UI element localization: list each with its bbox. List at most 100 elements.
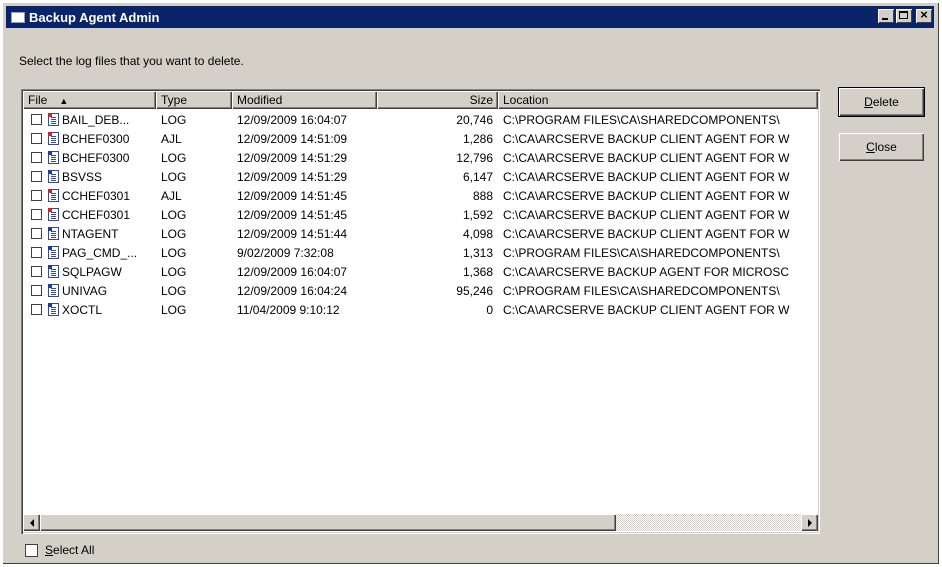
select-all-box[interactable] <box>25 543 38 557</box>
file-name: PAG_CMD_... <box>62 245 138 260</box>
type-cell: LOG <box>161 150 187 165</box>
type-cell: AJL <box>161 188 182 203</box>
delete-mnemonic: D <box>864 95 873 109</box>
table-row[interactable]: NTAGENT LOG 12/09/2009 14:51:44 4,098 C:… <box>23 224 818 243</box>
table-row[interactable]: BCHEF0300 AJL 12/09/2009 14:51:09 1,286 … <box>23 129 818 148</box>
log-file-icon <box>48 284 59 297</box>
log-file-icon <box>48 113 59 126</box>
select-all-checkbox[interactable]: Select All <box>25 543 94 557</box>
type-cell: LOG <box>161 302 187 317</box>
table-row[interactable]: UNIVAG LOG 12/09/2009 16:04:24 95,246 C:… <box>23 281 818 300</box>
column-header-location[interactable]: Location <box>498 91 818 109</box>
log-file-icon <box>48 170 59 183</box>
window-controls: × <box>878 7 932 23</box>
modified-cell: 12/09/2009 16:04:07 <box>237 264 348 279</box>
log-file-icon <box>48 265 59 278</box>
delete-button[interactable]: Delete <box>839 88 924 116</box>
close-icon: × <box>920 7 928 22</box>
file-cell: BCHEF0300 <box>23 132 156 146</box>
maximize-button[interactable] <box>896 9 912 23</box>
size-cell: 1,368 <box>462 264 493 279</box>
size-cell: 12,796 <box>456 150 493 165</box>
location-cell: C:\CA\ARCSERVE BACKUP AGENT FOR MICROSC <box>503 264 790 279</box>
column-header-label: Size <box>469 93 493 107</box>
column-header-modified[interactable]: Modified <box>232 91 377 109</box>
file-cell: PAG_CMD_... <box>23 246 156 260</box>
size-cell: 20,746 <box>456 112 493 127</box>
column-header-type[interactable]: Type <box>156 91 232 109</box>
file-name: UNIVAG <box>62 283 108 298</box>
type-cell: LOG <box>161 112 187 127</box>
location-cell: C:\PROGRAM FILES\CA\SHAREDCOMPONENTS\ <box>503 112 780 127</box>
file-name: BAIL_DEB... <box>62 112 130 127</box>
location-cell: C:\CA\ARCSERVE BACKUP CLIENT AGENT FOR W <box>503 188 790 203</box>
row-checkbox[interactable] <box>31 114 42 125</box>
log-file-icon <box>48 227 59 240</box>
size-cell: 1,286 <box>462 131 493 146</box>
select-all-label: Select All <box>45 543 94 557</box>
row-checkbox[interactable] <box>31 190 42 201</box>
column-header-file[interactable]: File ▲ <box>23 91 156 109</box>
size-cell: 888 <box>472 188 493 203</box>
file-name: NTAGENT <box>62 226 119 241</box>
column-header-label: Modified <box>237 93 283 107</box>
file-name: BCHEF0300 <box>62 131 130 146</box>
size-cell: 1,313 <box>462 245 493 260</box>
table-row[interactable]: CCHEF0301 AJL 12/09/2009 14:51:45 888 C:… <box>23 186 818 205</box>
close-window-button[interactable]: × <box>916 7 932 23</box>
row-checkbox[interactable] <box>31 209 42 220</box>
arrow-left-icon <box>29 518 34 527</box>
size-cell: 6,147 <box>462 169 493 184</box>
row-checkbox[interactable] <box>31 152 42 163</box>
log-file-icon <box>48 189 59 202</box>
file-cell: UNIVAG <box>23 284 156 298</box>
scrollbar-thumb[interactable] <box>40 514 616 531</box>
file-cell: CCHEF0301 <box>23 189 156 203</box>
file-cell: BCHEF0300 <box>23 151 156 165</box>
scroll-left-button[interactable] <box>23 514 40 531</box>
column-header-label: Type <box>161 93 188 107</box>
file-cell: BAIL_DEB... <box>23 113 156 127</box>
delete-label: elete <box>872 95 899 109</box>
modified-cell: 12/09/2009 14:51:44 <box>237 226 348 241</box>
table-row[interactable]: BCHEF0300 LOG 12/09/2009 14:51:29 12,796… <box>23 148 818 167</box>
column-header-label: Location <box>503 93 549 107</box>
file-cell: XOCTL <box>23 303 156 317</box>
row-checkbox[interactable] <box>31 266 42 277</box>
row-checkbox[interactable] <box>31 285 42 296</box>
table-row[interactable]: BAIL_DEB... LOG 12/09/2009 16:04:07 20,7… <box>23 110 818 129</box>
horizontal-scrollbar[interactable] <box>23 514 818 531</box>
type-cell: AJL <box>161 131 182 146</box>
file-cell: SQLPAGW <box>23 265 156 279</box>
row-checkbox[interactable] <box>31 247 42 258</box>
size-cell: 4,098 <box>462 226 493 241</box>
table-row[interactable]: PAG_CMD_... LOG 9/02/2009 7:32:08 1,313 … <box>23 243 818 262</box>
list-rows: BAIL_DEB... LOG 12/09/2009 16:04:07 20,7… <box>23 110 818 514</box>
location-cell: C:\CA\ARCSERVE BACKUP CLIENT AGENT FOR W <box>503 131 790 146</box>
arrow-right-icon <box>807 518 812 527</box>
scroll-right-button[interactable] <box>801 514 818 531</box>
row-checkbox[interactable] <box>31 171 42 182</box>
location-cell: C:\PROGRAM FILES\CA\SHAREDCOMPONENTS\ <box>503 245 780 260</box>
table-row[interactable]: XOCTL LOG 11/04/2009 9:10:12 0 C:\CA\ARC… <box>23 300 818 319</box>
table-row[interactable]: BSVSS LOG 12/09/2009 14:51:29 6,147 C:\C… <box>23 167 818 186</box>
log-files-list[interactable]: File ▲ Type Modified Size Location BAIL_D… <box>21 89 820 534</box>
location-cell: C:\CA\ARCSERVE BACKUP CLIENT AGENT FOR W <box>503 207 790 222</box>
select-all-rest: elect All <box>53 543 95 557</box>
minimize-button[interactable] <box>878 9 894 23</box>
type-cell: LOG <box>161 245 187 260</box>
column-header-size[interactable]: Size <box>377 91 498 109</box>
modified-cell: 12/09/2009 14:51:45 <box>237 207 348 222</box>
title-bar[interactable]: Backup Agent Admin × <box>6 6 934 28</box>
table-row[interactable]: CCHEF0301 LOG 12/09/2009 14:51:45 1,592 … <box>23 205 818 224</box>
row-checkbox[interactable] <box>31 304 42 315</box>
row-checkbox[interactable] <box>31 133 42 144</box>
row-checkbox[interactable] <box>31 228 42 239</box>
close-mnemonic: C <box>866 140 875 154</box>
close-button[interactable]: Close <box>839 133 924 161</box>
table-row[interactable]: SQLPAGW LOG 12/09/2009 16:04:07 1,368 C:… <box>23 262 818 281</box>
log-file-icon <box>48 151 59 164</box>
file-name: XOCTL <box>62 302 103 317</box>
minimize-icon <box>882 18 888 20</box>
file-name: BSVSS <box>62 169 103 184</box>
